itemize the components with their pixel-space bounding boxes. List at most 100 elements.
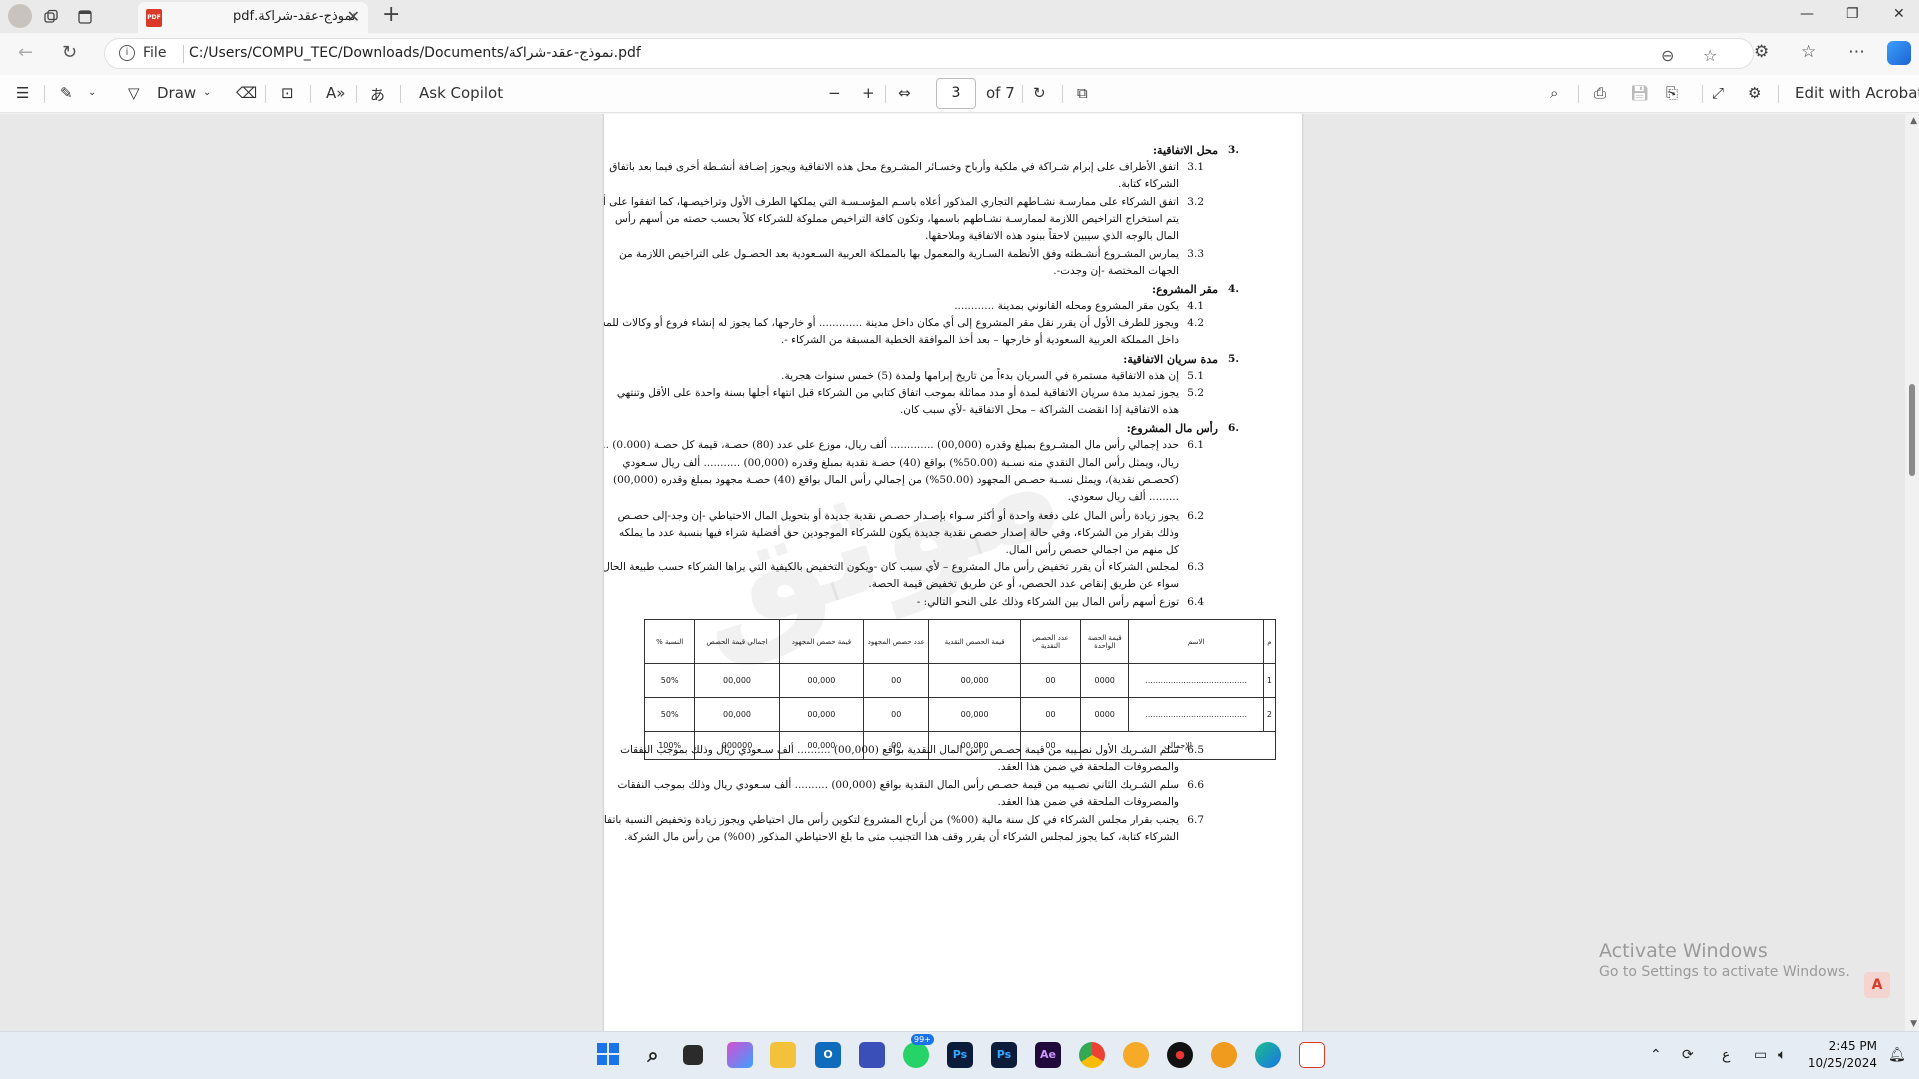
settings-gear-icon[interactable]: ⚙ (1748, 84, 1761, 102)
close-window-icon[interactable]: ✕ (1893, 6, 1905, 22)
chevron-up-icon[interactable]: ⌃ (1650, 1047, 1662, 1063)
table-cell: ........................................ (1128, 663, 1264, 698)
search-icon[interactable]: ⌕ (1550, 84, 1558, 102)
tab-actions-icon[interactable] (74, 6, 96, 28)
chrome-icon[interactable] (1079, 1042, 1105, 1068)
zoom-out-icon[interactable]: ⊖ (1661, 46, 1674, 65)
pdf-page: موثق 3. 3.1 3.2 3.3 4. 4.1 4.2 5. 5.1 5.… (604, 114, 1302, 1031)
sync-icon[interactable]: ⟳ (1682, 1047, 1694, 1063)
more-menu-icon[interactable]: ⋯ (1848, 42, 1865, 62)
zoom-in-button[interactable]: + (862, 84, 875, 102)
zoom-out-button[interactable]: − (828, 84, 841, 102)
scroll-thumb[interactable] (1909, 384, 1915, 476)
clause-text: يكون مقر المشروع ومحله القانوني بمدينة .… (954, 300, 1179, 312)
site-info-icon[interactable]: i (119, 45, 135, 61)
clause-text: داخل المملكة العربية السعودية أو خارجها … (780, 334, 1179, 346)
edit-with-acrobat-button[interactable]: Edit with Acrobat (1795, 84, 1919, 102)
clause-text: وذلك بقرار من الشركاء، وفي حالة إصدار حص… (619, 527, 1179, 539)
address-row: ← ↻ i File C:/Users/COMPU_TEC/Downloads/… (0, 33, 1919, 75)
pdf-viewer[interactable]: موثق 3. 3.1 3.2 3.3 4. 4.1 4.2 5. 5.1 5.… (0, 114, 1919, 1031)
fullscreen-icon[interactable]: ⤢ (1712, 84, 1724, 102)
favorite-star-icon[interactable]: ☆ (1703, 46, 1717, 65)
read-aloud-icon[interactable]: A» (326, 84, 345, 102)
taskbar-clock[interactable]: 2:45 PM 10/25/2024 (1808, 1038, 1877, 1072)
extensions-icon[interactable]: ⚙ (1754, 42, 1769, 62)
windows-taskbar: ⌕ O 99+ Ps Ps Ae ● ⌃ ⟳ ع ▭ 🔈︎ 2:45 PM 10… (0, 1031, 1919, 1079)
edge-icon[interactable] (1255, 1042, 1281, 1068)
file-explorer-icon[interactable] (770, 1042, 796, 1068)
tab-pdf[interactable]: PDF نموذج-عقد-شراكة.pdf ✕ (138, 2, 368, 33)
page-total-label: of 7 (986, 84, 1015, 102)
save-as-icon[interactable]: ⎘ (1666, 84, 1678, 102)
text-box-icon[interactable]: ⊡ (281, 84, 294, 102)
toolbar-divider (1578, 85, 1579, 103)
after-effects-icon[interactable]: Ae (1035, 1042, 1061, 1068)
refresh-icon[interactable]: ↻ (62, 42, 77, 63)
tab-title: نموذج-عقد-شراكة.pdf (233, 9, 356, 24)
profile-avatar[interactable] (8, 4, 32, 28)
clause-text: المال بالوجه الذي سيبين لاحقاً ببنود هذه… (925, 230, 1179, 242)
vertical-scrollbar[interactable]: ▲ ▼ (1905, 114, 1919, 1031)
draw-dropdown-icon[interactable]: ⌄ (203, 87, 211, 98)
contents-list-icon[interactable]: ☰ (16, 84, 29, 102)
address-scheme-label: File (143, 45, 167, 61)
acrobat-icon[interactable]: A (1864, 972, 1890, 998)
table-row: 2 ......................................… (643, 697, 1277, 732)
network-icon[interactable]: ▭ (1754, 1047, 1767, 1063)
highlight-dropdown-icon[interactable]: ⌄ (88, 87, 96, 98)
translate-icon[interactable]: あ (370, 84, 385, 105)
scroll-down-icon[interactable]: ▼ (1910, 1019, 1917, 1029)
erase-icon[interactable]: ⌫ (236, 84, 257, 102)
restore-icon[interactable]: ❐ (1846, 6, 1859, 22)
app-icon[interactable] (1211, 1042, 1237, 1068)
start-button[interactable] (595, 1042, 621, 1068)
notification-bell-icon[interactable]: 🔔︎ (1888, 1047, 1906, 1063)
pdf-toolbar: ☰ ✎ ⌄ ▽ Draw ⌄ ⌫ ⊡ A» あ Ask Copilot − + … (0, 75, 1919, 113)
whatsapp-icon[interactable] (903, 1042, 929, 1068)
table-cell: 1 (1262, 663, 1277, 698)
recorder-icon[interactable]: ● (1167, 1042, 1193, 1068)
highlight-icon[interactable]: ✎ (60, 84, 73, 102)
table-cell: ........................................ (1128, 697, 1264, 732)
app-icon[interactable] (1123, 1042, 1149, 1068)
new-tab-button[interactable]: + (382, 2, 400, 27)
print-icon[interactable]: ⎙ (1594, 84, 1606, 102)
save-icon[interactable]: 💾︎ (1630, 84, 1649, 102)
clause-text: يجنب بقرار مجلس الشركاء في كل سنة مالية … (604, 814, 1179, 826)
outlook-icon[interactable]: O (815, 1042, 841, 1068)
address-url[interactable]: C:/Users/COMPU_TEC/Downloads/Documents/ن… (189, 45, 641, 61)
photoshop-icon-2[interactable]: Ps (991, 1042, 1017, 1068)
draw-button[interactable]: Draw (157, 84, 196, 102)
table-header-cell: م (1262, 619, 1277, 664)
task-view-icon[interactable] (683, 1045, 703, 1065)
table-cell: 00,000 (778, 697, 865, 732)
minimize-icon[interactable]: — (1800, 6, 1814, 22)
back-arrow-icon[interactable]: ← (18, 42, 33, 63)
rotate-icon[interactable]: ↻ (1033, 84, 1046, 102)
browser-tab-bar: PDF نموذج-عقد-شراكة.pdf ✕ + — ❐ ✕ (0, 0, 1919, 33)
table-cell: 00,000 (694, 697, 780, 732)
favorites-icon[interactable]: ☆ (1801, 42, 1816, 62)
clause-text: كل منهم من اجمالي حصص رأس المال. (1005, 544, 1179, 556)
activate-windows-notice: Activate Windows Go to Settings to activ… (1599, 940, 1850, 980)
section-heading: مقر المشروع: (1152, 283, 1218, 296)
clause-text: (كحصـص نقدية)، ويمثل نسـبة حصـص المجهود … (613, 474, 1179, 486)
search-icon[interactable]: ⌕ (640, 1042, 666, 1068)
workspaces-icon[interactable] (40, 6, 62, 28)
page-number-input[interactable]: 3 (936, 78, 976, 109)
app-icon[interactable] (1299, 1042, 1325, 1068)
ask-copilot-button[interactable]: Ask Copilot (419, 84, 503, 102)
language-indicator[interactable]: ع (1722, 1047, 1730, 1063)
scroll-up-icon[interactable]: ▲ (1910, 116, 1917, 126)
page-view-icon[interactable]: ⧉ (1077, 84, 1088, 102)
draw-icon[interactable]: ▽ (128, 84, 140, 102)
copilot-icon[interactable] (1887, 41, 1911, 65)
copilot-icon[interactable] (727, 1042, 753, 1068)
close-tab-icon[interactable]: ✕ (347, 7, 360, 26)
toolbar-divider (265, 85, 266, 103)
address-bar[interactable]: i File C:/Users/COMPU_TEC/Downloads/Docu… (104, 38, 1754, 69)
volume-icon[interactable]: 🔈︎ (1778, 1047, 1786, 1063)
fit-page-icon[interactable]: ⇔ (898, 84, 911, 102)
store-icon[interactable] (859, 1042, 885, 1068)
photoshop-icon[interactable]: Ps (947, 1042, 973, 1068)
